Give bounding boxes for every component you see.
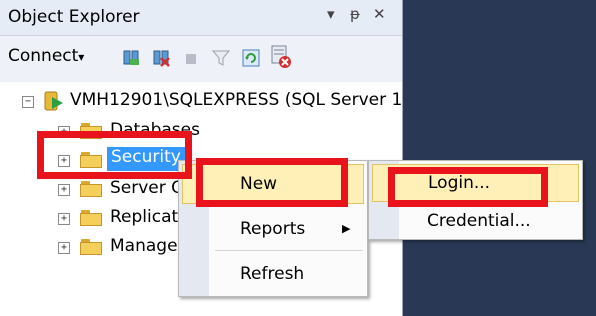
refresh-icon[interactable] [242, 49, 260, 67]
activity-monitor-icon[interactable] [270, 45, 292, 69]
menu-item-credential-label: Credential... [427, 211, 531, 231]
chevron-down-icon: ▾ [78, 50, 85, 64]
annotation-box-security [37, 131, 192, 179]
folder-icon [80, 239, 102, 255]
submenu-arrow-icon: ▶ [342, 222, 351, 235]
panel-title: Object Explorer [8, 7, 140, 27]
disconnect-icon[interactable] [152, 49, 170, 67]
tree-node-label: Replicat [110, 207, 179, 227]
expand-icon[interactable]: + [58, 242, 70, 254]
annotation-box-new [196, 158, 348, 207]
server-icon [43, 89, 65, 113]
panel-toolbar: Connect▾ [0, 36, 402, 82]
connect-button[interactable]: Connect▾ [8, 46, 84, 66]
panel-titlebar: Object Explorer ▾ ᵽ ✕ [0, 0, 402, 36]
expand-icon[interactable]: + [58, 184, 70, 196]
expand-icon[interactable]: + [58, 213, 70, 225]
menu-item-refresh-label: Refresh [240, 264, 305, 284]
menu-item-reports[interactable]: Reports ▶ [182, 211, 364, 245]
annotation-box-login [388, 167, 548, 207]
filter-icon[interactable] [211, 49, 231, 67]
menu-item-credential[interactable]: Credential... [372, 205, 579, 237]
pushpin-icon[interactable]: ᵽ [350, 5, 360, 23]
dark-background [403, 0, 596, 316]
stop-icon[interactable] [186, 54, 196, 64]
close-icon[interactable]: ✕ [373, 5, 386, 23]
folder-icon [80, 181, 102, 197]
menu-separator [215, 250, 363, 251]
connect-object-explorer-icon[interactable] [122, 49, 140, 67]
connect-label: Connect [8, 46, 79, 66]
folder-icon [80, 210, 102, 226]
window-position-dropdown[interactable]: ▾ [327, 5, 335, 23]
tree-server-node[interactable]: − VMH12901\SQLEXPRESS (SQL Server 11 [0, 86, 403, 116]
tree-node-label: Server O [110, 178, 185, 198]
tree-node-label: Manage [110, 236, 178, 256]
menu-item-reports-label: Reports [240, 219, 306, 239]
collapse-icon[interactable]: − [22, 96, 34, 108]
server-label: VMH12901\SQLEXPRESS (SQL Server 11 [70, 90, 403, 110]
menu-item-refresh[interactable]: Refresh [182, 256, 364, 290]
